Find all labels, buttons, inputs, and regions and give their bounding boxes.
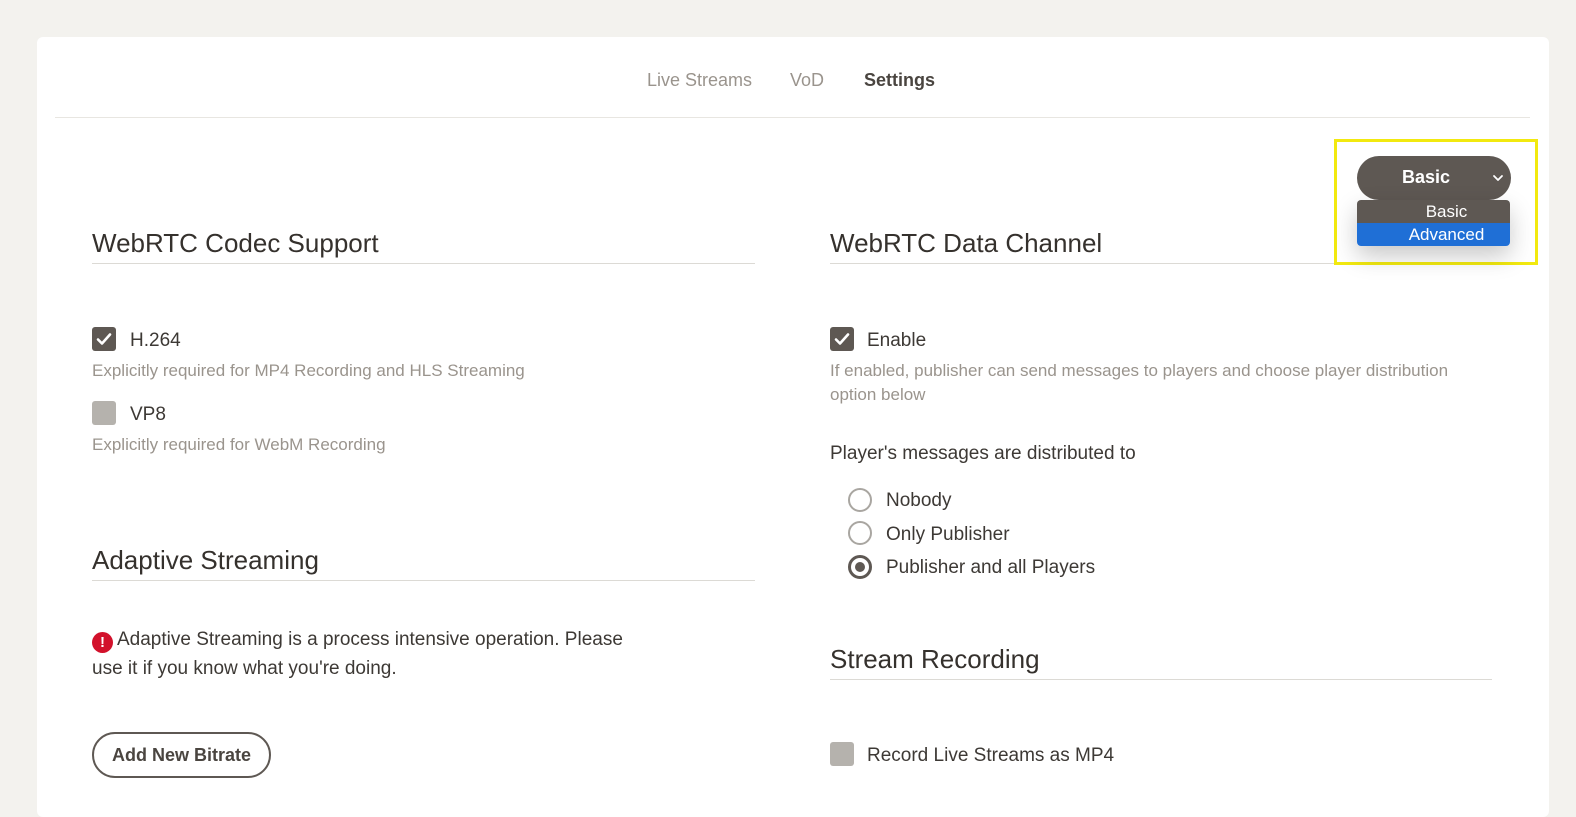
mode-option-basic[interactable]: Basic [1357, 200, 1510, 223]
adaptive-warning-line2: use it if you know what you're doing. [92, 658, 397, 679]
radio-publisher-and-all-players[interactable] [848, 555, 872, 579]
data-channel-enable-checkbox[interactable] [830, 327, 854, 351]
codec-section-divider [92, 263, 755, 264]
adaptive-section-title: Adaptive Streaming [92, 545, 319, 575]
tab-settings[interactable]: Settings [864, 70, 935, 91]
data-channel-helper-line2: option below [830, 385, 926, 404]
mode-option-advanced[interactable]: Advanced [1357, 223, 1510, 246]
chevron-down-icon [1491, 169, 1505, 190]
check-icon [96, 333, 112, 345]
radio-only-publisher[interactable] [848, 521, 872, 545]
mode-select-dropdown: Basic Advanced [1357, 200, 1510, 246]
h264-checkbox[interactable] [92, 327, 116, 351]
data-channel-section-title: WebRTC Data Channel [830, 228, 1103, 258]
record-mp4-label: Record Live Streams as MP4 [867, 745, 1115, 766]
radio-publisher-and-all-players-label: Publisher and all Players [886, 557, 1096, 578]
adaptive-warning: ! Adaptive Streaming is a process intensi… [92, 625, 623, 683]
data-channel-enable-label: Enable [867, 330, 927, 351]
data-channel-helper-line1: If enabled, publisher can send messages … [830, 361, 1449, 380]
adaptive-warning-line1: Adaptive Streaming is a process intensiv… [117, 629, 623, 650]
tab-live-streams[interactable]: Live Streams [647, 70, 752, 91]
vp8-label: VP8 [130, 404, 166, 425]
vp8-helper: Explicitly required for WebM Recording [92, 435, 386, 454]
top-nav: Live Streams VoD Settings [55, 37, 1530, 118]
mode-select[interactable]: Basic [1357, 156, 1511, 200]
distribution-label: Player's messages are distributed to [830, 443, 1136, 464]
check-icon [834, 333, 850, 345]
tab-vod[interactable]: VoD [790, 70, 824, 91]
mode-select-value: Basic [1401, 167, 1451, 187]
add-new-bitrate-button[interactable]: Add New Bitrate [92, 732, 271, 778]
h264-helper: Explicitly required for MP4 Recording an… [92, 361, 525, 380]
recording-section-title: Stream Recording [830, 644, 1040, 674]
record-mp4-checkbox[interactable] [830, 742, 854, 766]
recording-section-divider [830, 679, 1492, 680]
codec-section-title: WebRTC Codec Support [92, 228, 379, 258]
vp8-checkbox[interactable] [92, 401, 116, 425]
adaptive-section-divider [92, 580, 755, 581]
radio-only-publisher-label: Only Publisher [886, 524, 1010, 545]
h264-label: H.264 [130, 330, 181, 351]
exclamation-icon: ! [92, 632, 113, 653]
data-channel-helper: If enabled, publisher can send messages … [830, 359, 1510, 407]
settings-card: Live Streams VoD Settings [37, 37, 1549, 817]
radio-nobody-label: Nobody [886, 490, 952, 511]
radio-nobody[interactable] [848, 488, 872, 512]
